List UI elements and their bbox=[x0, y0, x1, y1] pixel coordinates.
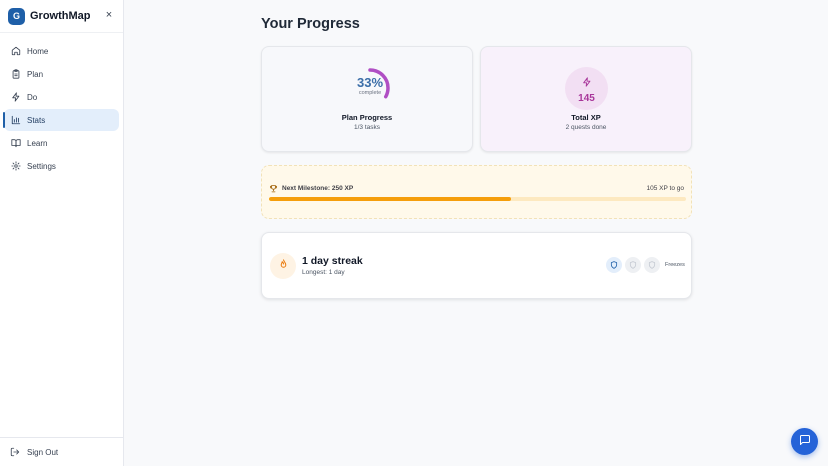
streak-title: 1 day streak bbox=[302, 255, 363, 267]
milestone-progress-fill bbox=[269, 197, 511, 201]
plan-percent-sub: complete bbox=[358, 90, 382, 96]
trophy-icon bbox=[269, 184, 278, 193]
shield-icon bbox=[648, 256, 656, 274]
plan-card-title: Plan Progress bbox=[341, 113, 393, 122]
streak-longest: Longest: 1 day bbox=[302, 269, 345, 276]
bar-chart-icon bbox=[10, 115, 21, 126]
sign-out-icon bbox=[10, 447, 21, 458]
total-xp-card: 145 Total XP 2 quests done bbox=[480, 46, 692, 152]
freezes-label: Freezes bbox=[665, 262, 685, 268]
sidebar-footer: Sign Out bbox=[0, 437, 123, 466]
freezes-group: Freezes bbox=[606, 257, 685, 273]
plan-percent: 33% bbox=[356, 75, 384, 90]
close-sidebar-button[interactable]: × bbox=[103, 9, 115, 21]
xp-value: 145 bbox=[578, 92, 595, 104]
sidebar-item-label: Learn bbox=[27, 138, 48, 148]
milestone-label: Next Milestone: 250 XP bbox=[282, 185, 354, 192]
sign-out-button[interactable]: Sign Out bbox=[0, 447, 58, 458]
flame-badge bbox=[270, 253, 296, 279]
sidebar-item-label: Home bbox=[27, 46, 49, 56]
sidebar-item-plan[interactable]: Plan bbox=[4, 63, 119, 85]
chat-icon bbox=[799, 433, 811, 451]
sign-out-label: Sign Out bbox=[27, 447, 59, 457]
plan-card-detail: 1/3 tasks bbox=[353, 124, 380, 131]
milestone-card: Next Milestone: 250 XP 105 XP to go bbox=[261, 165, 692, 219]
sidebar-item-do[interactable]: Do bbox=[4, 86, 119, 108]
sidebar-item-settings[interactable]: Settings bbox=[4, 155, 119, 177]
xp-card-detail: 2 quests done bbox=[565, 124, 607, 131]
book-icon bbox=[10, 138, 21, 149]
sidebar: G GrowthMap × Home Plan Do Stats Learn S… bbox=[0, 0, 124, 466]
chat-button[interactable] bbox=[791, 428, 818, 455]
gear-icon bbox=[10, 161, 21, 172]
sidebar-item-label: Stats bbox=[27, 115, 46, 125]
sidebar-nav: Home Plan Do Stats Learn Settings bbox=[0, 33, 123, 177]
milestone-progress-track bbox=[269, 197, 686, 201]
page-title: Your Progress bbox=[261, 16, 360, 32]
sidebar-item-home[interactable]: Home bbox=[4, 40, 119, 62]
freeze-slot-empty bbox=[625, 257, 641, 273]
lightning-icon bbox=[10, 92, 21, 103]
sidebar-item-label: Plan bbox=[27, 69, 44, 79]
flame-icon bbox=[278, 257, 289, 275]
xp-card-title: Total XP bbox=[571, 113, 601, 122]
app-name: GrowthMap bbox=[30, 10, 91, 22]
shield-icon bbox=[610, 256, 618, 274]
streak-card: 1 day streak Longest: 1 day Freezes bbox=[261, 232, 692, 299]
freeze-slot-empty bbox=[644, 257, 660, 273]
sidebar-item-label: Do bbox=[27, 92, 38, 102]
milestone-remaining: 105 XP to go bbox=[646, 185, 684, 192]
progress-ring-text: 33% complete bbox=[342, 76, 398, 96]
lightning-icon bbox=[582, 74, 592, 92]
shield-icon bbox=[629, 256, 637, 274]
sidebar-item-learn[interactable]: Learn bbox=[4, 132, 119, 154]
plan-progress-card: 33% complete Plan Progress 1/3 tasks bbox=[261, 46, 473, 152]
home-icon bbox=[10, 46, 21, 57]
sidebar-item-stats[interactable]: Stats bbox=[3, 109, 119, 131]
xp-badge: 145 bbox=[565, 67, 608, 110]
milestone-label-group: Next Milestone: 250 XP bbox=[269, 184, 353, 193]
freeze-slot-active bbox=[606, 257, 622, 273]
sidebar-item-label: Settings bbox=[27, 161, 56, 171]
app-logo: G bbox=[8, 7, 25, 25]
clipboard-icon bbox=[10, 69, 21, 80]
